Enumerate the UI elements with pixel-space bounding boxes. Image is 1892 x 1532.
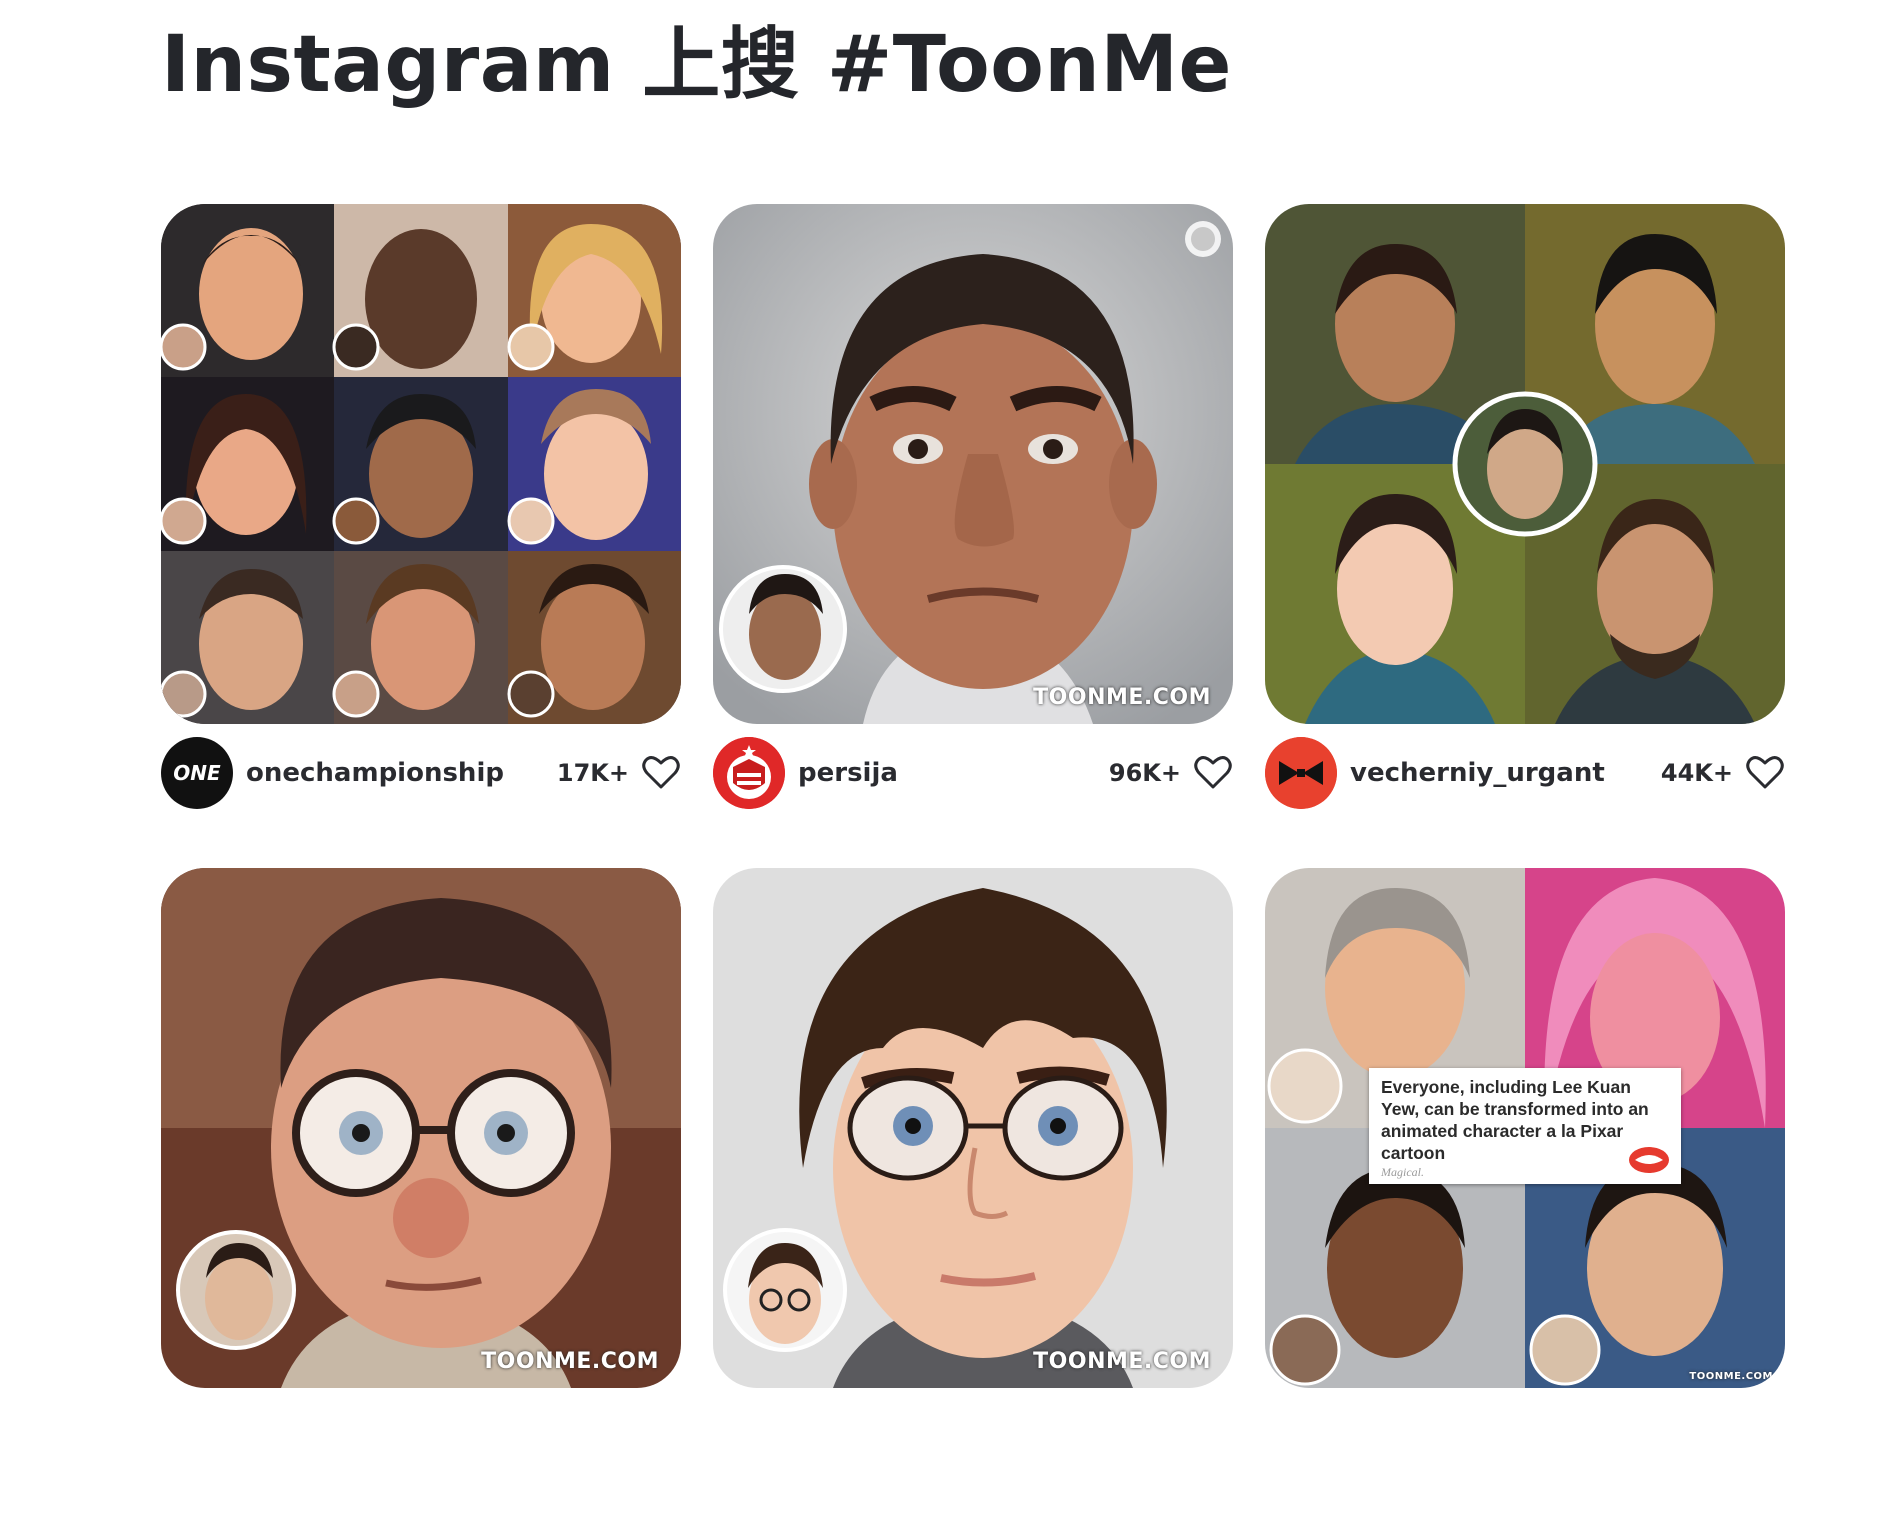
post-meta: ONE onechampionship 17K+: [161, 736, 681, 810]
heart-icon[interactable]: [641, 753, 681, 793]
toonme-watermark: TOONME.COM: [1033, 685, 1211, 710]
toon-collage-image: [161, 204, 681, 724]
account-avatar[interactable]: [1265, 737, 1337, 809]
post-image[interactable]: TOONME.COM: [713, 868, 1233, 1388]
toonme-watermark: TOONME.COM: [481, 1349, 659, 1374]
toon-portrait-image: [713, 204, 1233, 724]
article-caption-subtext: Magical.: [1381, 1165, 1424, 1179]
article-caption-text: Everyone, including Lee Kuan Yew, can be…: [1381, 1077, 1649, 1163]
toonme-watermark: TOONME.COM: [1689, 1371, 1773, 1382]
page-title: Instagram 上搜 #ToonMe: [161, 20, 1232, 110]
post-card: ONE onechampionship 17K+: [161, 204, 681, 868]
post-card: TOONME.COM: [161, 868, 681, 1532]
post-image[interactable]: Everyone, including Lee Kuan Yew, can be…: [1265, 868, 1785, 1388]
bowtie-icon: [1265, 737, 1337, 809]
persija-logo-icon: [713, 737, 785, 809]
toonme-watermark: TOONME.COM: [1033, 1349, 1211, 1374]
account-username[interactable]: vecherniy_urgant: [1350, 758, 1605, 788]
publisher-logo-icon: [1629, 1147, 1669, 1173]
post-card: TOONME.COM: [713, 868, 1233, 1532]
post-meta: vecherniy_urgant 44K+: [1265, 736, 1785, 810]
post-image[interactable]: TOONME.COM: [713, 204, 1233, 724]
post-image[interactable]: [1265, 204, 1785, 724]
toon-portrait-image: [713, 868, 1233, 1388]
account-avatar[interactable]: [713, 737, 785, 809]
like-count: 17K+: [556, 759, 629, 787]
post-image[interactable]: TOONME.COM: [161, 868, 681, 1388]
avatar-logo-text: ONE: [173, 761, 221, 785]
account-username[interactable]: onechampionship: [246, 758, 504, 788]
article-caption-box: Everyone, including Lee Kuan Yew, can be…: [1369, 1068, 1681, 1184]
like-count: 44K+: [1660, 759, 1733, 787]
toon-portrait-image: [161, 868, 681, 1388]
post-card: vecherniy_urgant 44K+: [1265, 204, 1785, 868]
toonme-posts-grid: ONE onechampionship 17K+ TOONME.COM pers…: [161, 204, 1785, 1532]
heart-icon[interactable]: [1745, 753, 1785, 793]
post-image[interactable]: [161, 204, 681, 724]
account-avatar[interactable]: ONE: [161, 737, 233, 809]
post-card: TOONME.COM persija 96K+: [713, 204, 1233, 868]
heart-icon[interactable]: [1193, 753, 1233, 793]
post-meta: persija 96K+: [713, 736, 1233, 810]
like-count: 96K+: [1108, 759, 1181, 787]
toon-collage-image: [1265, 204, 1785, 724]
account-username[interactable]: persija: [798, 758, 898, 788]
post-card: Everyone, including Lee Kuan Yew, can be…: [1265, 868, 1785, 1532]
